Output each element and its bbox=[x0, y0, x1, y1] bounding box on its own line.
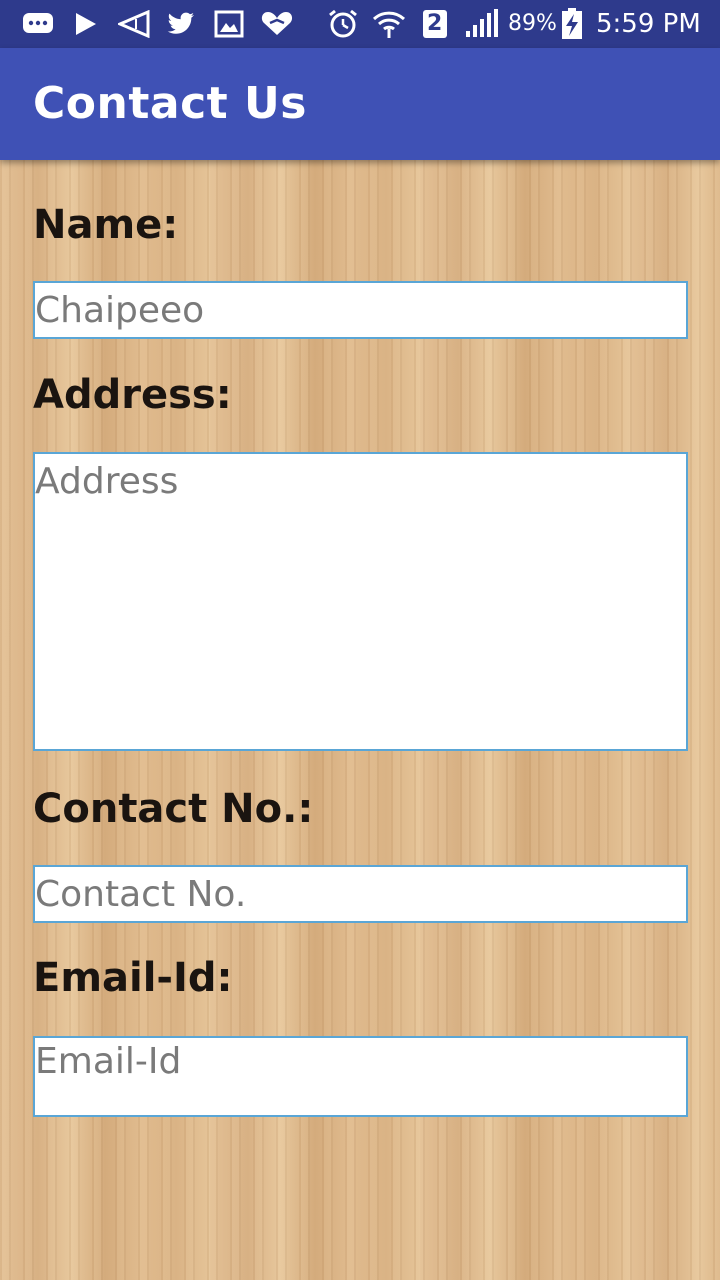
status-bar: 2 89% 5:59 PM bbox=[0, 0, 720, 48]
wifi-icon bbox=[372, 10, 406, 38]
heart-chat-icon bbox=[260, 10, 294, 38]
clock: 5:59 PM bbox=[596, 9, 701, 39]
sim-label: 2 bbox=[427, 11, 443, 36]
address-label: Address: bbox=[33, 372, 232, 418]
play-icon bbox=[74, 10, 98, 38]
battery-charging-icon bbox=[561, 8, 583, 39]
name-input[interactable] bbox=[33, 281, 688, 339]
vibrate-icon bbox=[118, 10, 150, 38]
alarm-icon bbox=[327, 9, 359, 38]
contact-number-input[interactable] bbox=[33, 865, 688, 923]
image-icon bbox=[214, 10, 244, 38]
app-bar: Contact Us bbox=[0, 48, 720, 160]
address-input[interactable] bbox=[33, 452, 688, 751]
email-label: Email-Id: bbox=[33, 955, 233, 1001]
page-title: Contact Us bbox=[33, 78, 307, 129]
contact-number-label: Contact No.: bbox=[33, 786, 314, 832]
signal-icon bbox=[464, 9, 500, 38]
email-input[interactable] bbox=[33, 1036, 688, 1117]
chat-icon bbox=[22, 10, 54, 38]
name-label: Name: bbox=[33, 202, 179, 248]
twitter-icon bbox=[166, 10, 196, 38]
battery-percent: 89% bbox=[508, 11, 557, 36]
